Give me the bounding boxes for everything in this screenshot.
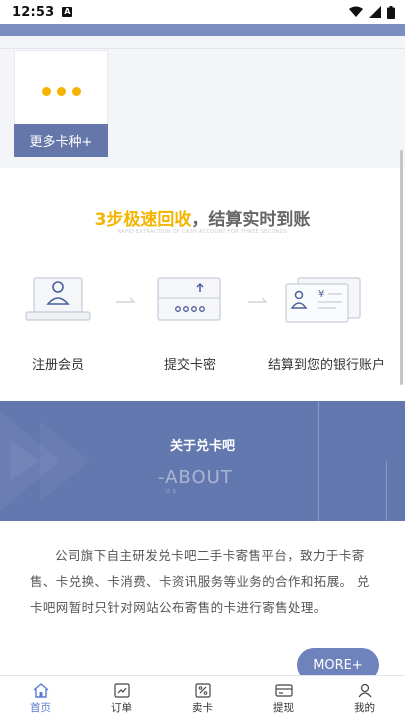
steps-title-rest: ，结算实时到账	[191, 210, 311, 230]
about-title: 关于兑卡吧	[169, 439, 235, 454]
bottom-navigation: 首页 订单 卖卡 提现 我的	[0, 675, 405, 720]
home-icon	[33, 683, 48, 698]
steps-title: 3步极速回收，结算实时到账	[0, 205, 405, 230]
status-icons	[349, 5, 395, 19]
divider	[0, 48, 405, 49]
nav-item-sell[interactable]: 卖卡	[162, 676, 243, 720]
battery-icon	[387, 5, 395, 19]
header-band	[0, 24, 405, 36]
withdraw-card-icon	[274, 684, 293, 697]
nav-item-orders[interactable]: 订单	[81, 676, 162, 720]
nav-label: 我的	[354, 702, 375, 714]
arrow-right-icon	[116, 297, 136, 303]
status-time: 12:53	[12, 4, 55, 20]
nav-label: 首页	[30, 702, 51, 714]
nav-label: 卖卡	[192, 702, 213, 714]
step-register-label: 注册会员	[32, 358, 85, 373]
arrow-right-icon	[248, 297, 268, 303]
step-submit-label: 提交卡密	[164, 358, 217, 373]
order-chart-icon	[113, 683, 130, 698]
sell-card-icon	[194, 683, 211, 698]
scrollbar[interactable]	[400, 150, 403, 385]
steps-title-highlight: 3步极速回收	[94, 210, 192, 230]
bank-account-icon: ¥	[285, 277, 361, 323]
status-bar: 12:53 A	[0, 0, 405, 24]
more-card-types-button[interactable]: 更多卡种+	[14, 124, 108, 157]
about-divider	[318, 401, 319, 521]
card-upload-icon	[157, 277, 221, 321]
profile-icon	[358, 683, 371, 698]
user-monitor-icon	[25, 277, 91, 321]
nav-item-profile[interactable]: 我的	[324, 676, 405, 720]
company-description: 公司旗下自主研发兑卡吧二手卡寄售平台，致力于卡寄售、卡兑换、卡消费、卡资讯服务等…	[30, 548, 370, 615]
about-section: 关于兑卡吧 -ABOUT US	[0, 401, 405, 521]
nav-item-home[interactable]: 首页	[0, 676, 81, 720]
about-decoration	[0, 411, 90, 511]
steps-section: 3步极速回收，结算实时到账 RAPID EXTRACTION OF CASH A…	[0, 168, 405, 400]
nav-label: 提现	[273, 702, 294, 714]
nav-label: 订单	[111, 702, 132, 714]
steps-subtitle: RAPID EXTRACTION OF CASH ACCOUNT FOR THR…	[117, 229, 288, 235]
svg-text:¥: ¥	[318, 289, 324, 300]
ellipsis-icon	[42, 87, 81, 96]
more-card-types-tile[interactable]: 更多卡种+	[14, 50, 108, 157]
about-en-title: -ABOUT	[158, 467, 233, 488]
sim-icon: A	[62, 7, 73, 17]
about-divider	[386, 461, 387, 521]
signal-icon	[369, 6, 381, 18]
nav-item-withdraw[interactable]: 提现	[243, 676, 324, 720]
about-en-subtitle: US	[166, 489, 179, 495]
step-settle-label: 结算到您的银行账户	[268, 358, 386, 373]
wifi-icon	[349, 6, 363, 17]
